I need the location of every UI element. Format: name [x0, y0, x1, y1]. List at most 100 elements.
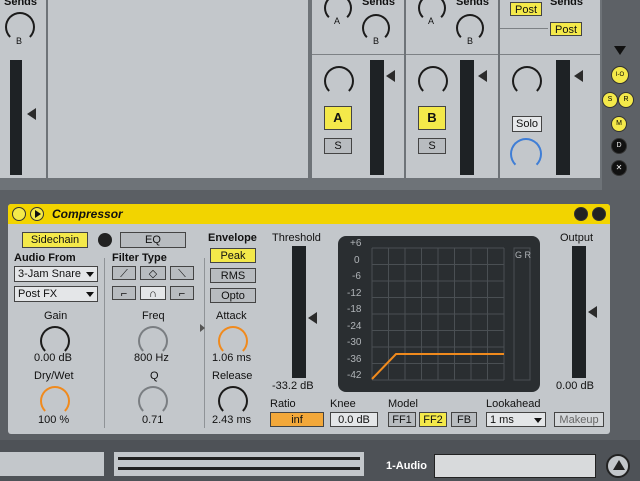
eq-button[interactable]: EQ — [120, 232, 186, 248]
power-icon[interactable] — [12, 207, 26, 221]
model-label: Model — [388, 398, 418, 410]
crossfader-toggle-button[interactable]: ✕ — [611, 160, 627, 176]
transfer-curve-display: +6 0 -6 -12 -18 -24 -30 -36 -42 G R — [338, 236, 540, 392]
model-ff1-button[interactable]: FF1 — [388, 412, 416, 427]
volume-fader-a[interactable] — [386, 70, 395, 82]
filter-lowpass-button[interactable]: ⟋ — [112, 266, 136, 280]
filter-bandpass-button[interactable]: ◇ — [140, 266, 166, 280]
level-meter-left — [10, 60, 22, 175]
send-b-label-b: B — [467, 36, 474, 46]
play-icon[interactable] — [30, 207, 44, 221]
output-value: 0.00 dB — [556, 380, 594, 392]
drywet-knob[interactable] — [40, 386, 70, 416]
collapse-arrow-icon[interactable] — [200, 324, 205, 332]
delay-toggle-button[interactable]: D — [611, 138, 627, 154]
ratio-field[interactable]: inf — [270, 412, 324, 427]
output-meter — [572, 246, 586, 378]
release-knob[interactable] — [218, 386, 248, 416]
highshelf-icon: ⌐ — [178, 288, 186, 300]
volume-fader-master[interactable] — [574, 70, 583, 82]
chevron-down-icon — [534, 418, 542, 423]
knee-field[interactable]: 0.0 dB — [330, 412, 378, 427]
io-toggle-button[interactable]: I-O — [611, 66, 629, 84]
chevron-down-icon — [86, 292, 94, 297]
post-button-2[interactable]: Post — [550, 22, 582, 36]
threshold-slider[interactable] — [308, 312, 317, 324]
mixer-strip-master: Sends Post Post Solo — [500, 0, 600, 178]
level-meter-a — [370, 60, 384, 175]
send-a-label-b: A — [428, 16, 435, 26]
device-title: Compressor — [52, 207, 123, 221]
track-activator-b[interactable]: B — [418, 106, 446, 130]
graph-tick-2: -6 — [352, 271, 361, 282]
graph-tick-4: -18 — [347, 304, 362, 315]
triangle-up-icon[interactable] — [606, 454, 630, 478]
makeup-button[interactable]: Makeup — [554, 412, 604, 427]
pan-knob-master[interactable] — [512, 66, 542, 96]
mini-mixer-display[interactable] — [434, 454, 596, 478]
solo-button-a[interactable]: S — [324, 138, 352, 154]
post-fx-dropdown[interactable]: Post FX — [14, 286, 98, 302]
bandpass-icon: ◇ — [148, 268, 158, 280]
peak-button[interactable]: Peak — [210, 248, 256, 263]
track-activator-a[interactable]: A — [324, 106, 352, 130]
clip-overview[interactable] — [114, 452, 364, 476]
solo-button-master[interactable]: Solo — [512, 116, 542, 132]
headphones-icon[interactable] — [98, 233, 112, 247]
gain-value: 0.00 dB — [34, 352, 72, 364]
divider — [500, 54, 600, 55]
send-b-label-a: B — [373, 36, 380, 46]
triangle-down-icon[interactable] — [614, 46, 626, 55]
send-b-label-left: B — [16, 36, 23, 46]
sends-toggle-button[interactable]: S — [602, 92, 618, 108]
cue-volume-knob[interactable] — [510, 138, 542, 170]
volume-fader-left[interactable] — [27, 108, 36, 120]
returns-toggle-button[interactable]: R — [618, 92, 634, 108]
output-slider[interactable] — [588, 306, 597, 318]
lookahead-label: Lookahead — [486, 398, 541, 410]
returns-icon: R — [623, 96, 629, 103]
overview-track-1 — [118, 457, 360, 460]
pan-knob-b[interactable] — [418, 66, 448, 96]
sends-label-a: Sends — [362, 0, 396, 8]
audio-from-label: Audio From — [14, 252, 76, 264]
q-knob[interactable] — [138, 386, 168, 416]
rms-button[interactable]: RMS — [210, 268, 256, 283]
lookahead-value: 1 ms — [490, 414, 514, 426]
filter-highpass-button[interactable]: ⟍ — [170, 266, 194, 280]
threshold-value: -33.2 dB — [272, 380, 314, 392]
model-ff2-button[interactable]: FF2 — [419, 412, 447, 427]
ratio-label: Ratio — [270, 398, 296, 410]
gr-meter — [513, 247, 531, 381]
sends-label: Sends — [4, 0, 38, 8]
level-meter-master — [556, 60, 570, 175]
filter-type-label: Filter Type — [112, 252, 167, 264]
mixer-strip-left: Sends B — [0, 0, 46, 178]
overview-track-2 — [118, 467, 360, 470]
opto-button[interactable]: Opto — [210, 288, 256, 303]
pan-knob-a[interactable] — [324, 66, 354, 96]
device-title-bar: Compressor — [8, 204, 610, 224]
audio-source-value: 3-Jam Snare — [18, 268, 81, 280]
solo-button-b[interactable]: S — [418, 138, 446, 154]
sidechain-button[interactable]: Sidechain — [22, 232, 88, 248]
section-divider — [204, 258, 205, 428]
mixer-toggle-button[interactable]: M — [611, 116, 627, 132]
filter-peak-button[interactable]: ∩ — [140, 286, 166, 300]
audio-source-dropdown[interactable]: 3-Jam Snare — [14, 266, 98, 282]
filter-lowshelf-button[interactable]: ⌐ — [112, 286, 136, 300]
graph-tick-0: +6 — [350, 238, 362, 249]
transfer-curve-graph — [371, 247, 531, 381]
close-icon: ✕ — [615, 163, 623, 172]
volume-fader-b[interactable] — [478, 70, 487, 82]
hot-swap-icon[interactable] — [574, 207, 588, 221]
attack-value: 1.06 ms — [212, 352, 252, 364]
sends-label-master: Sends — [550, 0, 584, 8]
lowpass-icon: ⟋ — [120, 268, 128, 280]
model-fb-button[interactable]: FB — [451, 412, 477, 427]
filter-highshelf-button[interactable]: ⌐ — [170, 286, 194, 300]
envelope-label: Envelope — [208, 232, 257, 244]
lookahead-dropdown[interactable]: 1 ms — [486, 412, 546, 427]
save-preset-icon[interactable] — [592, 207, 606, 221]
post-button-1[interactable]: Post — [510, 2, 542, 16]
